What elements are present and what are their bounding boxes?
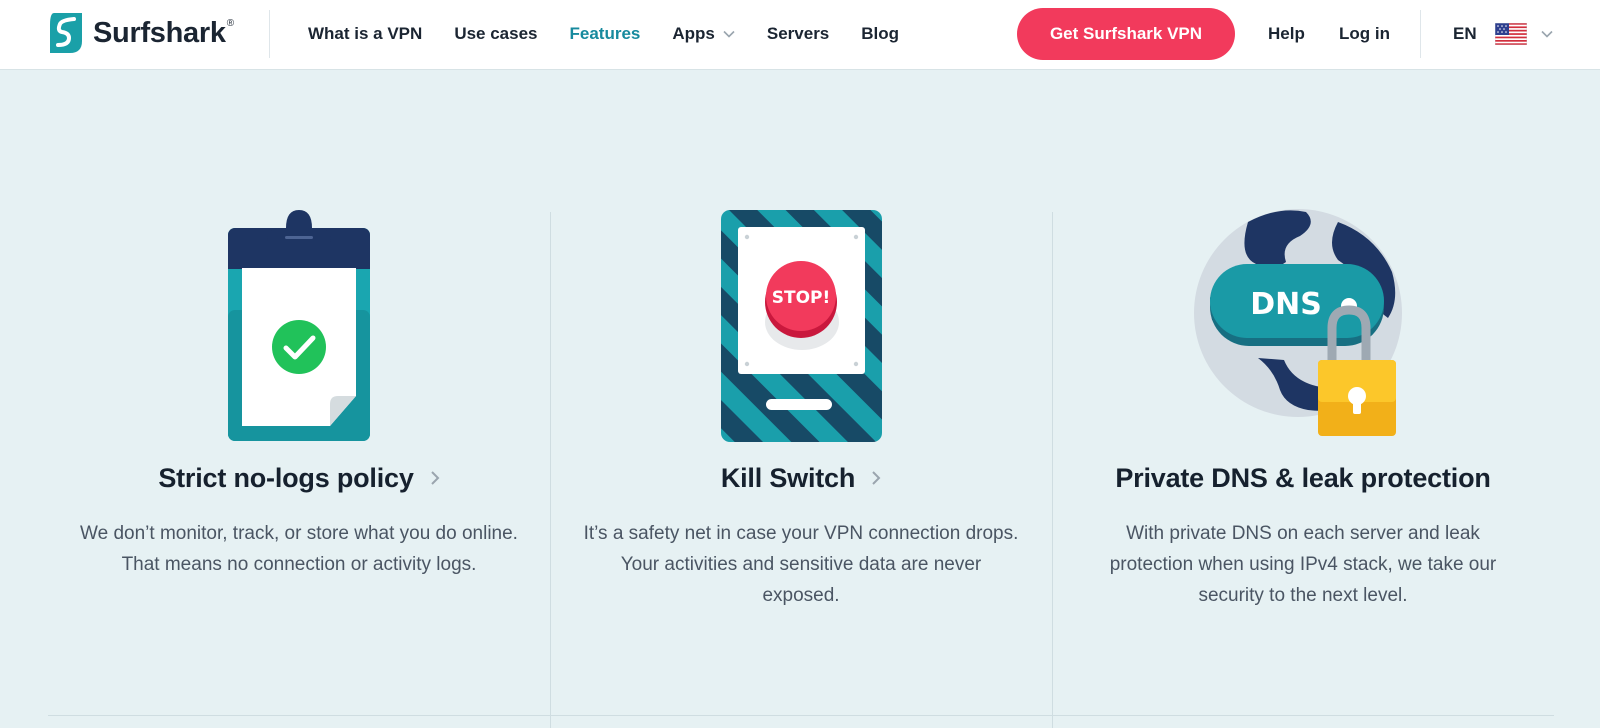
feature-title-text: Private DNS & leak protection [1115,462,1491,493]
feature-description: We don’t monitor, track, or store what y… [80,523,518,575]
nav-label: Servers [766,24,830,43]
nav-item-what-is-a-vpn[interactable]: What is a VPN [308,24,422,44]
nav-item-servers[interactable]: Servers [767,24,829,44]
feature-description: With private DNS on each server and leak… [1109,523,1497,606]
nav-item-apps[interactable]: Apps [672,24,735,44]
feature-illustration [49,200,549,450]
language-selector[interactable]: EN [1453,0,1553,68]
feature-card-no-logs: Strict no-logs policy We don’t monitor, … [49,200,549,580]
dns-globe-lock-icon: DNS [1194,209,1402,436]
registered-mark: ® [226,17,235,29]
nav-label: Features [569,24,641,43]
language-code: EN [1453,24,1477,43]
dns-label: DNS [1250,287,1322,322]
section-divider [48,715,1554,716]
help-link[interactable]: Help [1268,0,1305,68]
feature-title-link[interactable]: Strict no-logs policy [49,458,549,498]
chevron-down-icon [723,30,735,38]
chevron-down-icon [1541,30,1553,38]
feature-title: Private DNS & leak protection [1053,458,1553,498]
feature-card-private-dns: DNS Private DNS & leak protection With p… [1053,200,1553,611]
feature-title: Kill Switch [720,462,856,493]
brand-name: Surfshark [93,16,226,49]
surfshark-logo-icon [50,13,82,53]
surfshark-logo[interactable]: Surfshark ® [48,10,234,56]
stop-button-icon: STOP! [720,210,882,442]
chevron-right-icon [430,471,440,485]
login-link[interactable]: Log in [1339,0,1390,68]
stop-label: STOP! [771,288,830,308]
feature-card-kill-switch: STOP! Kill Switch It’s a safety net in c… [551,200,1051,611]
chevron-right-icon [872,471,881,485]
header-divider [269,10,270,58]
feature-illustration: STOP! [551,200,1051,450]
main-nav: What is a VPN Use cases Features Apps Se… [308,0,931,68]
us-flag-icon [1494,23,1527,45]
nav-label: Blog [861,24,900,43]
nav-item-features[interactable]: Features [570,24,641,44]
top-navigation-bar: Surfshark ® What is a VPN Use cases Feat… [0,0,1600,70]
nav-item-use-cases[interactable]: Use cases [454,24,537,44]
feature-title-link[interactable]: Kill Switch [551,458,1051,498]
feature-illustration: DNS [1053,200,1553,450]
nav-item-blog[interactable]: Blog [861,24,899,44]
nav-label: Apps [672,24,715,43]
get-surfshark-vpn-button[interactable]: Get Surfshark VPN [1017,8,1235,60]
clipboard-check-icon [228,210,370,441]
nav-label: Use cases [454,24,538,43]
feature-description: It’s a safety net in case your VPN conne… [583,523,1019,606]
feature-title: Strict no-logs policy [158,462,414,493]
header-divider [1420,10,1421,58]
nav-label: What is a VPN [308,24,423,43]
